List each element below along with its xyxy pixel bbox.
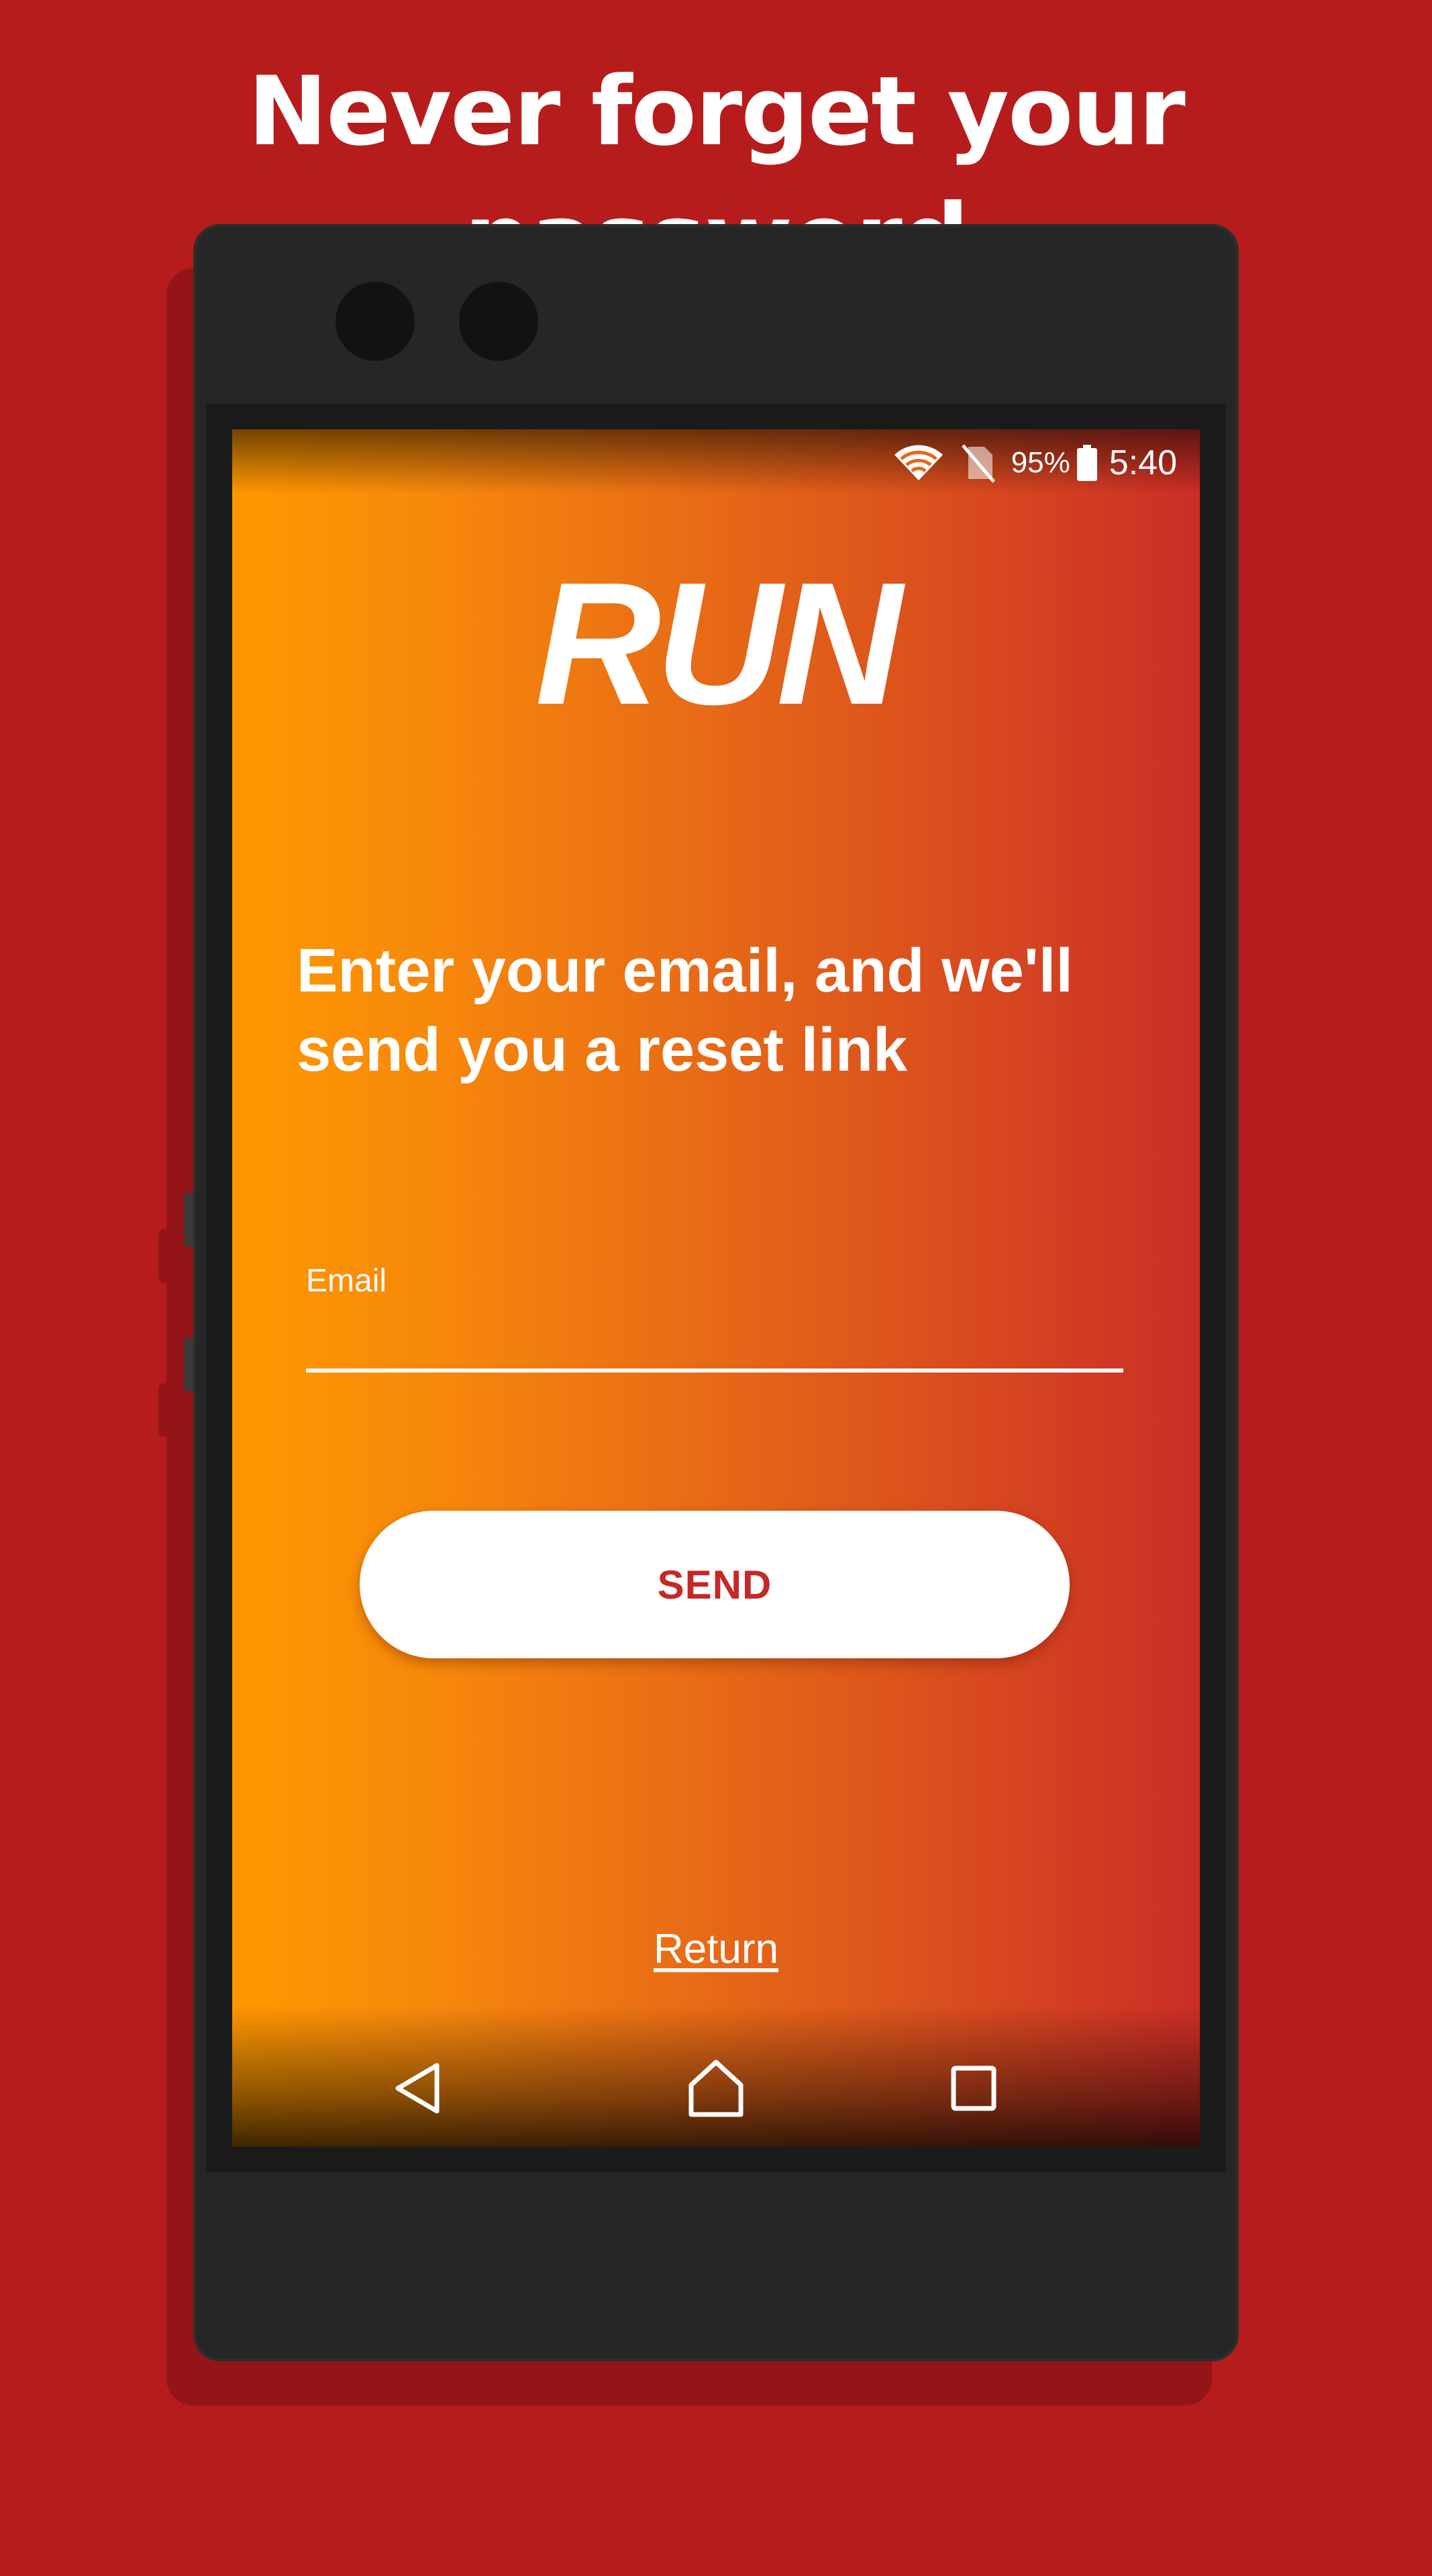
no-sim-icon bbox=[959, 443, 996, 483]
status-clock: 5:40 bbox=[1109, 443, 1177, 482]
back-triangle-icon[interactable] bbox=[381, 2051, 455, 2125]
email-label: Email bbox=[306, 1263, 387, 1299]
status-bar: 95% 5:40 bbox=[893, 441, 1177, 484]
app-screen: 95% 5:40 RUN Enter your email, and we'll… bbox=[232, 429, 1200, 2147]
app-logo: RUN bbox=[535, 547, 902, 741]
reset-instruction: Enter your email, and we'll send you a r… bbox=[297, 936, 1073, 1084]
battery-icon bbox=[1076, 445, 1097, 481]
phone-shadow-button bbox=[158, 1229, 183, 1283]
front-camera bbox=[336, 282, 415, 361]
battery-percent: 95% bbox=[1011, 446, 1070, 479]
home-icon[interactable] bbox=[679, 2051, 753, 2125]
promo-headline: Never forget your password bbox=[248, 56, 1185, 294]
send-button[interactable]: SEND bbox=[360, 1511, 1070, 1658]
return-link[interactable]: Return bbox=[232, 1925, 1200, 1973]
email-field[interactable] bbox=[306, 1308, 1123, 1373]
phone-shadow-button bbox=[158, 1383, 183, 1437]
wifi-icon bbox=[893, 443, 944, 483]
recents-square-icon[interactable] bbox=[937, 2051, 1011, 2125]
front-sensor bbox=[459, 282, 538, 361]
